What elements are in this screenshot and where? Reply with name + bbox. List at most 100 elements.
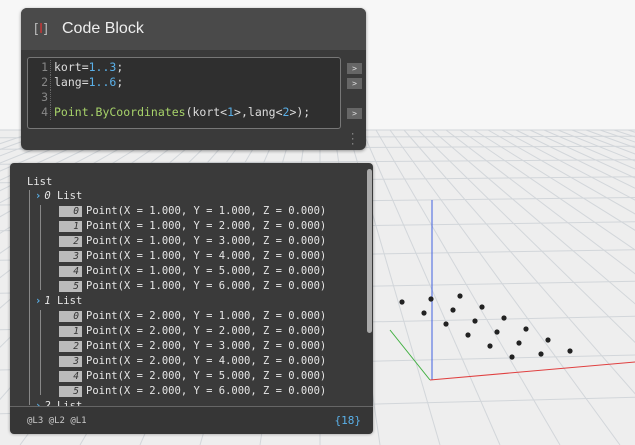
point-marker xyxy=(472,318,478,324)
item-value: Point(X = 2.000, Y = 4.000, Z = 0.000) xyxy=(86,355,327,367)
list-item[interactable]: 4 Point(X = 2.000, Y = 5.000, Z = 0.000) xyxy=(59,369,326,384)
item-index: 3 xyxy=(59,251,82,262)
code-token: kort= xyxy=(54,60,89,74)
code-token: >); xyxy=(289,105,311,119)
list-item[interactable]: 0 Point(X = 1.000, Y = 1.000, Z = 0.000) xyxy=(59,204,326,219)
code-editor[interactable]: 1 kort=1..3; 2 lang=1..6; 3 4 Point.ByCoordina… xyxy=(27,57,341,129)
list-item[interactable]: 0 Point(X = 2.000, Y = 1.000, Z = 0.000) xyxy=(59,309,326,324)
list-item[interactable]: 2 Point(X = 1.000, Y = 3.000, Z = 0.000) xyxy=(59,234,326,249)
group-index: 1 xyxy=(44,295,51,307)
code-text: Point.ByCoordinates(kort<1>,lang<2>); xyxy=(54,105,310,120)
point-marker xyxy=(516,340,522,346)
item-value: Point(X = 1.000, Y = 3.000, Z = 0.000) xyxy=(86,235,327,247)
point-marker xyxy=(567,348,573,354)
item-value: Point(X = 2.000, Y = 6.000, Z = 0.000) xyxy=(86,385,327,397)
list-item[interactable]: 5 Point(X = 1.000, Y = 6.000, Z = 0.000) xyxy=(59,279,326,294)
tree-guide-line xyxy=(40,310,41,395)
point-marker xyxy=(487,343,493,349)
tree-guide-line xyxy=(29,190,30,405)
code-token: ; xyxy=(116,60,124,74)
point-marker xyxy=(509,354,515,360)
code-token: >,lang< xyxy=(234,105,283,119)
group-label: List xyxy=(56,190,83,202)
tree-guide-line xyxy=(40,205,41,290)
list-item[interactable]: 5 Point(X = 2.000, Y = 6.000, Z = 0.000) xyxy=(59,384,326,399)
point-marker xyxy=(443,321,449,327)
item-value: Point(X = 2.000, Y = 1.000, Z = 0.000) xyxy=(86,310,327,322)
output-port-1[interactable]: > xyxy=(347,63,362,74)
item-index: 1 xyxy=(59,326,82,337)
list-levels[interactable]: @L3 @L2 @L1 xyxy=(27,416,87,426)
group-label: List xyxy=(56,295,83,307)
chevron-right-icon[interactable]: › xyxy=(35,190,41,202)
code-token: 1 xyxy=(227,105,235,119)
code-line[interactable]: 1 kort=1..3; xyxy=(28,60,340,75)
chevron-right-icon[interactable]: › xyxy=(35,295,41,307)
item-value: Point(X = 1.000, Y = 6.000, Z = 0.000) xyxy=(86,280,327,292)
point-marker xyxy=(538,351,544,357)
list-root[interactable]: List xyxy=(27,175,52,190)
code-token: ; xyxy=(116,75,124,89)
list-group[interactable]: › 0 List xyxy=(35,189,82,204)
group-index: 0 xyxy=(44,190,51,202)
item-value: Point(X = 1.000, Y = 2.000, Z = 0.000) xyxy=(86,220,327,232)
item-index: 3 xyxy=(59,356,82,367)
item-index: 5 xyxy=(59,386,82,397)
watch-footer: @L3 @L2 @L1 {18} xyxy=(10,406,373,434)
line-number: 3 xyxy=(28,90,51,105)
point-marker xyxy=(465,332,471,338)
code-token: lang= xyxy=(54,75,89,89)
item-value: Point(X = 1.000, Y = 4.000, Z = 0.000) xyxy=(86,250,327,262)
item-index: 4 xyxy=(59,266,82,277)
point-marker xyxy=(501,315,507,321)
item-value: Point(X = 1.000, Y = 5.000, Z = 0.000) xyxy=(86,265,327,277)
item-count: {18} xyxy=(334,414,362,427)
list-tree: List › 0 List 0 Point(X = 1.000, Y = 1.000, … xyxy=(10,173,368,407)
list-item[interactable]: 4 Point(X = 1.000, Y = 5.000, Z = 0.000) xyxy=(59,264,326,279)
node-title: Code Block xyxy=(62,20,144,37)
code-line[interactable]: 2 lang=1..6; xyxy=(28,75,340,90)
list-item[interactable]: 1 Point(X = 2.000, Y = 2.000, Z = 0.000) xyxy=(59,324,326,339)
list-group[interactable]: › 1 List xyxy=(35,294,82,309)
code-token: 1..3 xyxy=(88,60,117,74)
output-port-2[interactable]: > xyxy=(347,78,362,89)
list-item[interactable]: 1 Point(X = 1.000, Y = 2.000, Z = 0.000) xyxy=(59,219,326,234)
line-number: 4 xyxy=(28,105,51,120)
item-index: 1 xyxy=(59,221,82,232)
item-index: 0 xyxy=(59,206,82,217)
point-marker xyxy=(479,304,485,310)
line-number: 1 xyxy=(28,60,51,75)
node-header[interactable]: [I] Code Block xyxy=(21,8,366,50)
point-marker xyxy=(545,337,551,343)
code-token: (kort< xyxy=(185,105,228,119)
root-label: List xyxy=(27,176,53,188)
point-marker xyxy=(457,293,463,299)
code-block-node[interactable]: [I] Code Block 1 kort=1..3; 2 lang=1..6; 3 4 P… xyxy=(21,8,366,150)
code-line[interactable]: 4 Point.ByCoordinates(kort<1>,lang<2>); xyxy=(28,105,340,120)
code-text: lang=1..6; xyxy=(54,75,123,90)
item-value: Point(X = 1.000, Y = 1.000, Z = 0.000) xyxy=(86,205,327,217)
code-line[interactable]: 3 xyxy=(28,90,340,105)
watch-preview-panel[interactable]: List › 0 List 0 Point(X = 1.000, Y = 1.000, … xyxy=(10,163,373,434)
line-number: 2 xyxy=(28,75,51,90)
code-block-icon: [I] xyxy=(34,21,48,37)
item-index: 0 xyxy=(59,311,82,322)
item-index: 5 xyxy=(59,281,82,292)
code-token: 1..6 xyxy=(88,75,117,89)
point-marker xyxy=(421,310,427,316)
point-marker xyxy=(399,299,405,305)
point-marker xyxy=(450,307,456,313)
item-value: Point(X = 2.000, Y = 2.000, Z = 0.000) xyxy=(86,325,327,337)
scrollbar[interactable] xyxy=(367,169,372,333)
list-item[interactable]: 2 Point(X = 2.000, Y = 3.000, Z = 0.000) xyxy=(59,339,326,354)
item-index: 4 xyxy=(59,371,82,382)
list-item[interactable]: 3 Point(X = 1.000, Y = 4.000, Z = 0.000) xyxy=(59,249,326,264)
more-options-icon[interactable]: · · · xyxy=(350,131,355,150)
code-token: Point.ByCoordinates xyxy=(54,105,186,119)
point-marker xyxy=(428,296,434,302)
list-item[interactable]: 3 Point(X = 2.000, Y = 4.000, Z = 0.000) xyxy=(59,354,326,369)
item-index: 2 xyxy=(59,341,82,352)
item-value: Point(X = 2.000, Y = 3.000, Z = 0.000) xyxy=(86,340,327,352)
output-port-4[interactable]: > xyxy=(347,108,362,119)
point-marker xyxy=(523,326,529,332)
